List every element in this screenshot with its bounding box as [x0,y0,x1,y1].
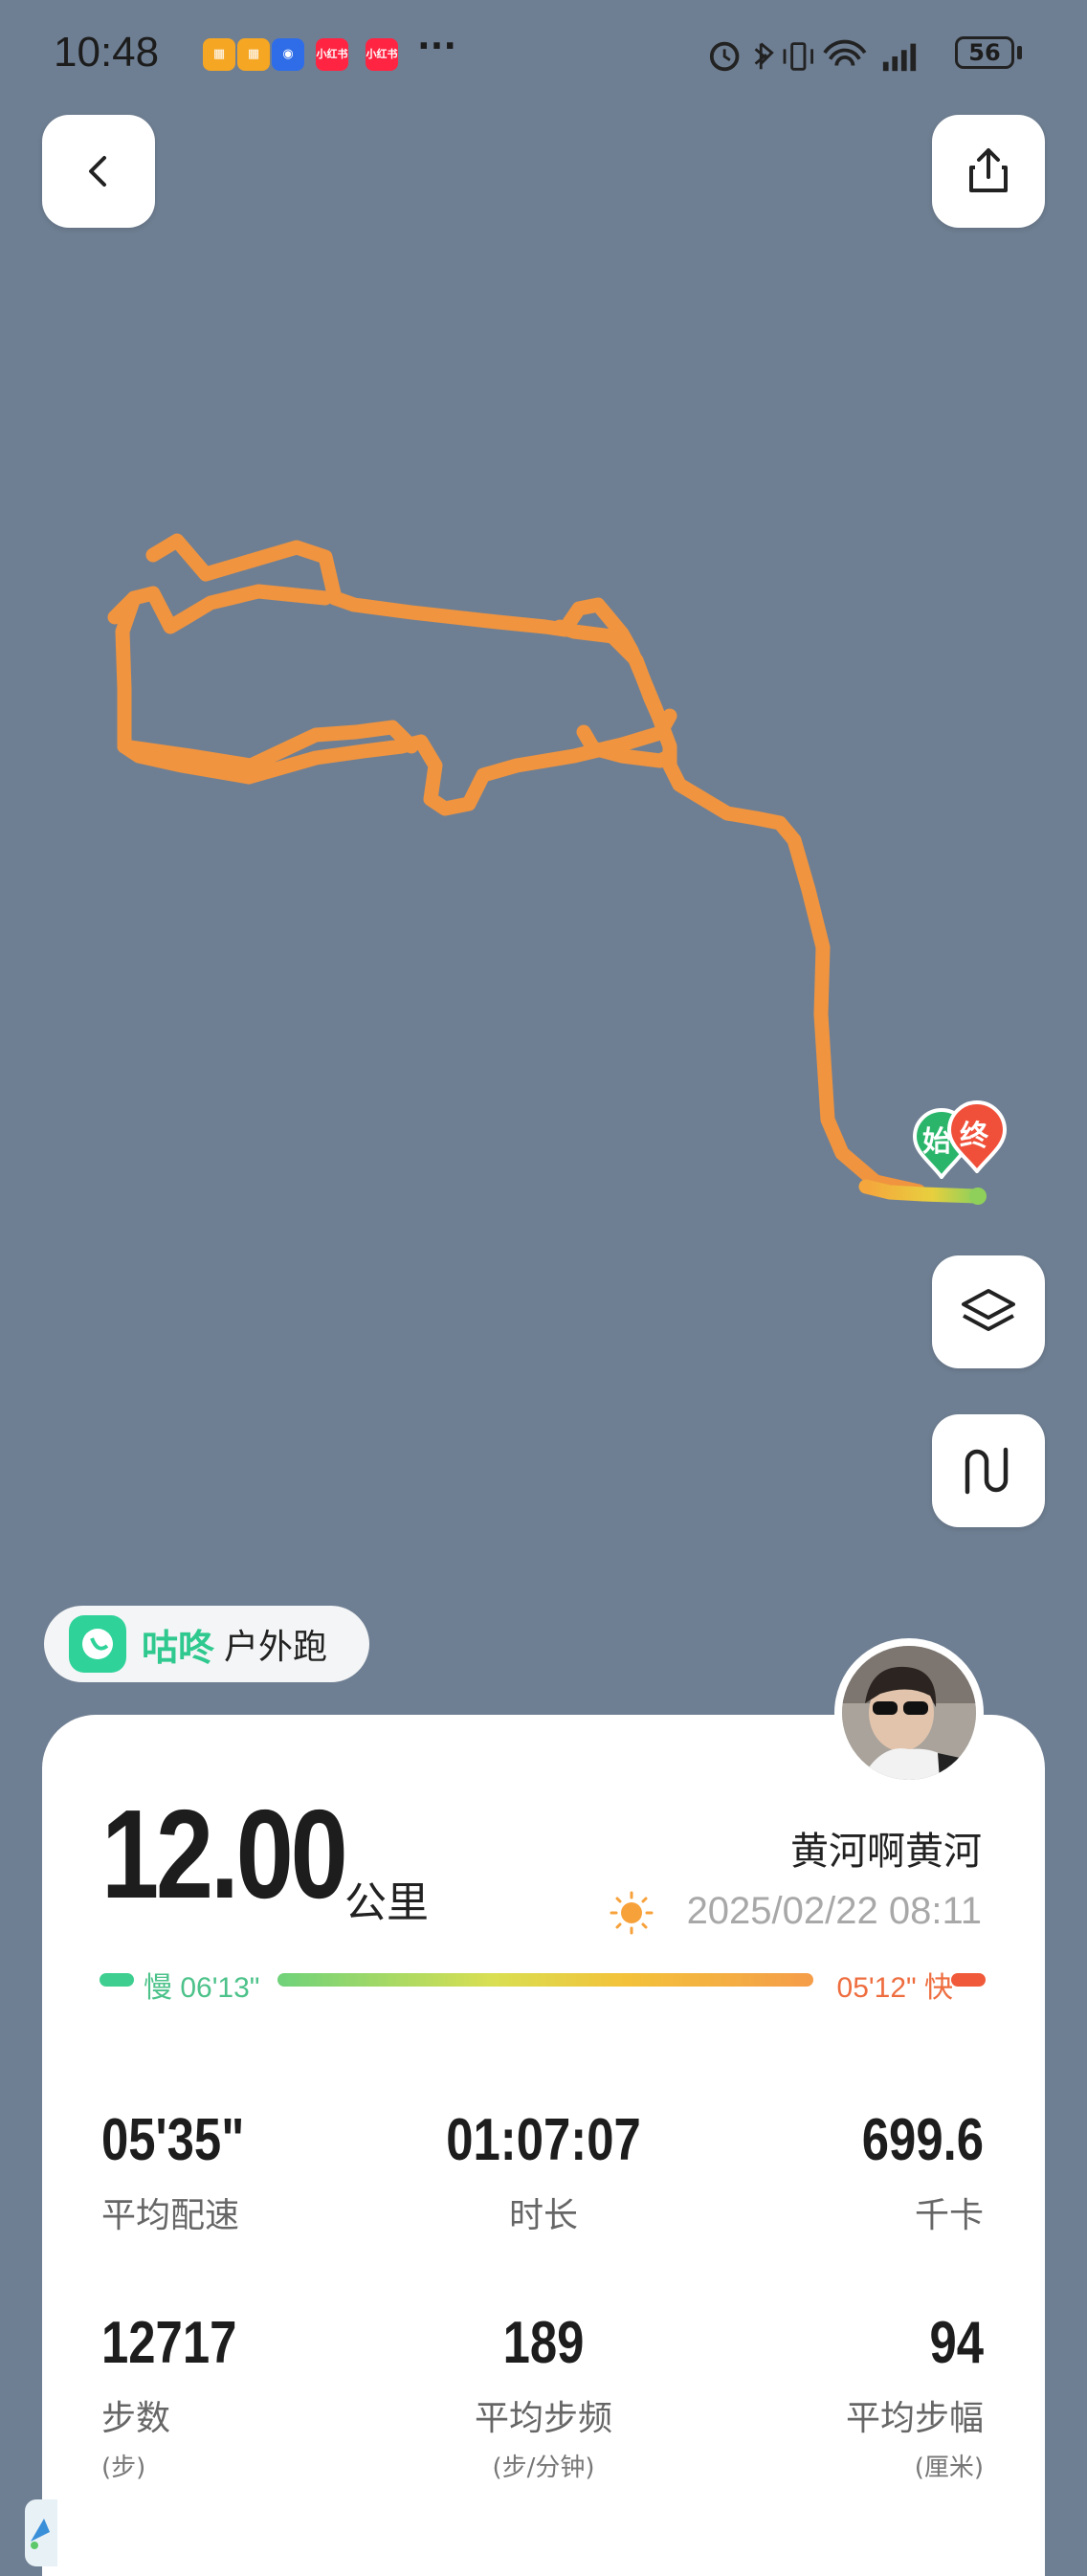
status-bar: 10:48 ▦ ▦ ◉ 小红书 小红书 ··· 56 [0,0,1087,115]
stat-avg-pace: 05'35" 平均配速 [101,2111,388,2237]
stat-label: 步数 [101,2399,171,2438]
stat-value: 699.6 [861,2107,984,2173]
floating-assistant-icon[interactable] [25,2499,57,2566]
distance-value: 12.00 [101,1784,348,1924]
stat-cadence: 189 平均步频 (步/分钟) [400,2314,687,2483]
stat-value: 189 [502,2310,585,2376]
route-tail [858,1179,984,1204]
back-button[interactable] [42,115,155,228]
pace-slow-label: 慢 06'13" [144,1972,260,2004]
stat-calories: 699.6 千卡 [697,2111,984,2237]
xiaohongshu-icon: 小红书 [316,38,348,71]
route-replay-button[interactable] [932,1414,1045,1527]
pace-slow-cap [100,1973,134,1987]
stat-steps: 12717 步数 (步) [101,2314,388,2483]
avatar-photo [842,1646,976,1780]
activity-type: 户外跑 [224,1628,328,1667]
map-layers-button[interactable] [932,1255,1045,1368]
system-status-icons [709,39,917,72]
end-marker-label: 终 [960,1120,988,1153]
route-end-dot [969,1188,987,1205]
end-marker[interactable]: 终 [945,1100,1009,1175]
share-icon [969,148,1008,192]
stat-label: 平均配速 [101,2196,240,2235]
activity-source-pill: 咕咚 户外跑 [44,1606,369,1682]
battery-tip [1017,46,1022,59]
stat-value: 12717 [101,2310,237,2376]
more-notifications-icon: ··· [417,27,457,66]
stat-label: 平均步频 [474,2399,612,2438]
distance-unit: 公里 [344,1878,429,1927]
share-button[interactable] [932,115,1045,228]
stat-unit: (步) [101,2454,146,2482]
stat-value: 01:07:07 [446,2107,641,2173]
stat-stride: 94 平均步幅 (厘米) [697,2314,984,2483]
avatar[interactable] [834,1638,984,1788]
pace-gradient-bar [277,1973,813,1987]
codoon-logo-icon [69,1615,126,1673]
pace-fast-label: 05'12" 快 [836,1972,953,2004]
notif-app-icon: ▦ [203,38,235,71]
status-time: 10:48 [54,29,160,76]
user-name[interactable]: 黄河啊黄河 [790,1820,982,1876]
sun-icon [610,1891,654,1935]
stat-value: 94 [929,2310,984,2376]
stat-value: 05'35" [101,2107,245,2173]
pace-fast-cap [951,1973,986,1987]
battery-indicator: 56 [955,36,1014,69]
route-path [107,533,926,1199]
stat-duration: 01:07:07 时长 [400,2111,687,2237]
chevron-left-icon [89,156,106,187]
stat-label: 时长 [508,2196,578,2235]
stat-label: 平均步幅 [845,2399,984,2438]
layers-icon [962,1289,1015,1331]
xiaohongshu-icon: 小红书 [366,38,398,71]
route-curve-icon [965,1447,1009,1495]
notif-app-icon: ▦ [237,38,270,71]
stat-unit: (步/分钟) [492,2454,595,2482]
notif-app-icon: ◉ [272,38,304,71]
brand-name: 咕咚 [142,1626,215,1669]
stat-unit: (厘米) [914,2454,984,2482]
stat-label: 千卡 [914,2196,984,2235]
workout-datetime: 2025/02/22 08:11 [686,1890,982,1932]
